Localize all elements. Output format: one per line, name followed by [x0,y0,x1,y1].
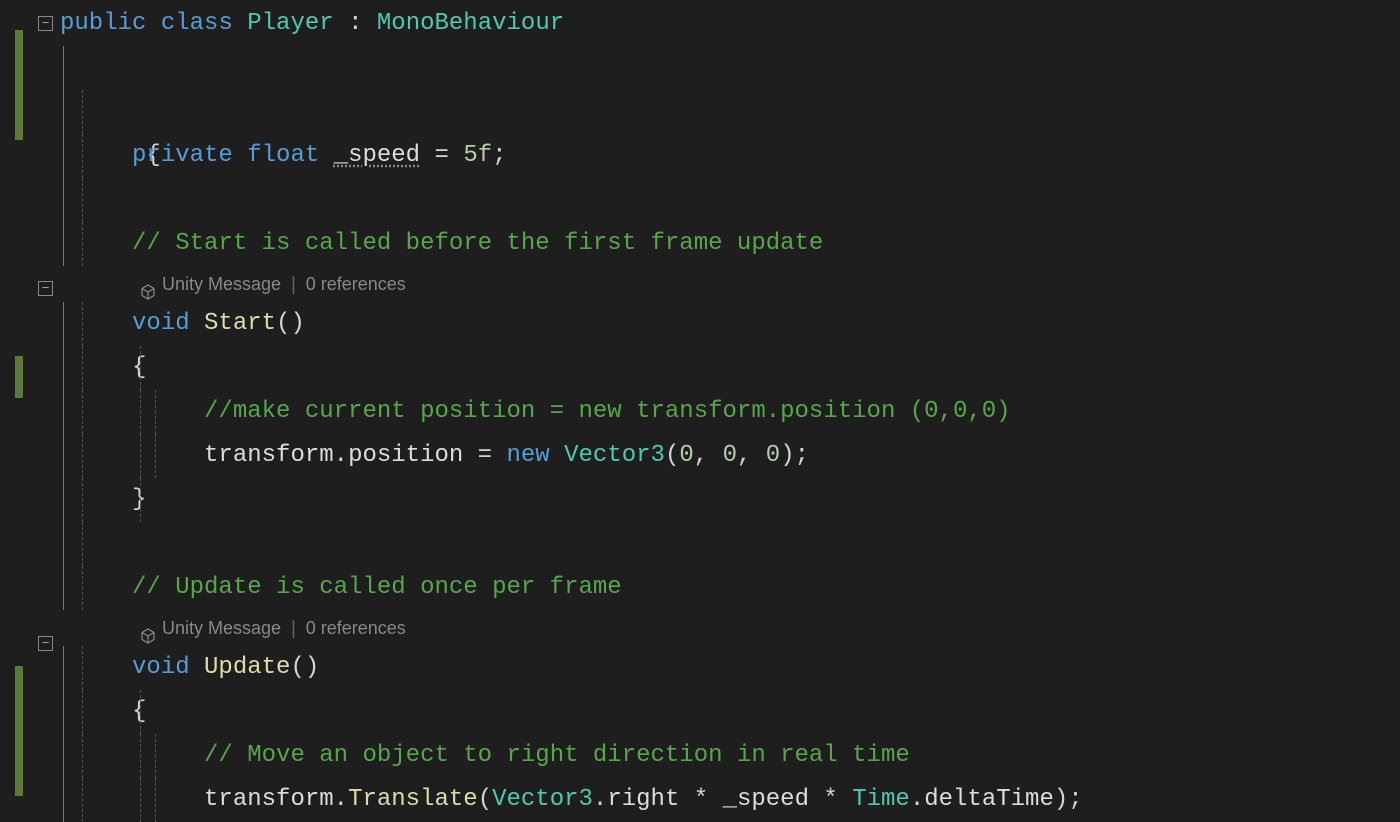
codelens-unity[interactable]: Unity Message [162,610,281,646]
class-name: Player [247,10,333,37]
field-speed: _speed [723,786,809,813]
separator: | [291,610,296,646]
code-line[interactable]: void Update() [60,646,1400,690]
comment: //make current position = new transform.… [204,398,1011,425]
keyword-public: public [60,10,146,37]
code-line[interactable]: } [60,478,1400,522]
change-marker [15,30,23,140]
cube-icon [140,620,156,636]
method-translate: Translate [348,786,478,813]
code-line[interactable] [60,178,1400,222]
code-line[interactable]: { [60,346,1400,390]
paren-open: ( [665,442,679,469]
code-line[interactable]: transform.Translate(Vector3.right * _spe… [60,778,1400,822]
literal-0: 0 [766,442,780,469]
code-line[interactable]: // Move an object to right direction in … [60,734,1400,778]
semicolon: ; [492,142,506,169]
keyword-private: private [132,142,233,169]
code-editor[interactable]: − − − public class Player : MonoBehaviou… [0,0,1400,822]
keyword-new: new [507,442,550,469]
dot: . [334,786,348,813]
semicolon: ; [1068,786,1082,813]
code-line[interactable]: //make current position = new transform.… [60,390,1400,434]
change-marker [15,666,23,796]
code-line[interactable]: private float _speed = 5f; [60,134,1400,178]
base-type: MonoBehaviour [377,10,564,37]
codelens[interactable]: Unity Message | 0 references [60,610,1400,646]
semicolon: ; [795,442,809,469]
comma: , [737,442,766,469]
separator: | [291,266,296,302]
comma: , [694,442,723,469]
code-line[interactable]: { [60,690,1400,734]
codelens[interactable]: Unity Message | 0 references [60,266,1400,302]
comment: // Move an object to right direction in … [204,742,910,769]
paren-open: ( [478,786,492,813]
multiply: * [809,786,852,813]
parens: () [290,654,319,681]
code-line[interactable] [60,522,1400,566]
literal-0: 0 [679,442,693,469]
parens: () [276,310,305,337]
literal-5f: 5f [463,142,492,169]
method-start: Start [204,310,276,337]
code-line[interactable]: // Update is called once per frame [60,566,1400,610]
paren-close: ) [780,442,794,469]
type-vector3: Vector3 [564,442,665,469]
equals: = [463,442,506,469]
comment: // Update is called once per frame [132,574,622,601]
literal-0: 0 [723,442,737,469]
multiply: * [679,786,722,813]
dot: . [334,442,348,469]
property-right: right [607,786,679,813]
fold-toggle[interactable]: − [38,16,53,31]
paren-close: ) [1054,786,1068,813]
keyword-class: class [161,10,233,37]
code-line[interactable]: // Start is called before the first fram… [60,222,1400,266]
type-vector3: Vector3 [492,786,593,813]
method-update: Update [204,654,290,681]
identifier-transform: transform [204,442,334,469]
identifier-transform: transform [204,786,334,813]
codelens-refs[interactable]: 0 references [306,610,406,646]
colon: : [334,10,377,37]
dot: . [593,786,607,813]
property-deltatime: deltaTime [924,786,1054,813]
equals: = [420,142,463,169]
keyword-void: void [132,654,190,681]
identifier-position: position [348,442,463,469]
fold-toggle[interactable]: − [38,281,53,296]
code-line[interactable]: public class Player : MonoBehaviour [60,2,1400,46]
code-line[interactable] [60,90,1400,134]
codelens-refs[interactable]: 0 references [306,266,406,302]
field-speed: _speed [334,142,420,169]
keyword-float: float [247,142,319,169]
change-marker [15,356,23,398]
comment: // Start is called before the first fram… [132,230,823,257]
cube-icon [140,276,156,292]
gutter: − − − [0,0,60,822]
code-line[interactable]: { [60,46,1400,90]
keyword-void: void [132,310,190,337]
code-line[interactable]: void Start() [60,302,1400,346]
type-time: Time [852,786,910,813]
dot: . [910,786,924,813]
code-area[interactable]: public class Player : MonoBehaviour { pr… [60,2,1400,822]
fold-toggle[interactable]: − [38,636,53,651]
code-line[interactable]: transform.position = new Vector3(0, 0, 0… [60,434,1400,478]
codelens-unity[interactable]: Unity Message [162,266,281,302]
